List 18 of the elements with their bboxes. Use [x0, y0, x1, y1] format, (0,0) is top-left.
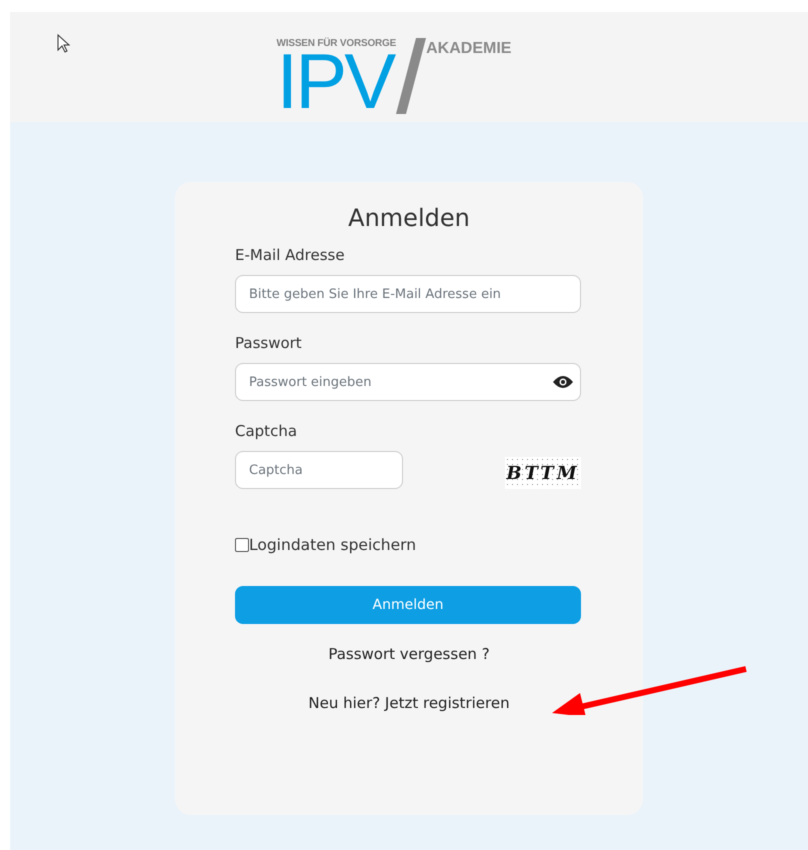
logo-tagline: WISSEN FÜR VORSORGE	[276, 38, 396, 49]
cursor-icon	[57, 34, 71, 54]
logo-suffix: AKADEMIE	[426, 40, 512, 58]
field-label: Passwort	[235, 334, 303, 352]
field-label: Captcha	[235, 422, 298, 440]
register-link[interactable]: Neu hier? Jetzt registrieren	[308, 694, 510, 712]
password-field[interactable]: Passwort eingeben	[235, 363, 581, 401]
slash-icon	[396, 38, 426, 114]
captcha-image: BTTM	[505, 457, 581, 489]
email-field[interactable]: Bitte geben Sie Ihre E-Mail Adresse ein	[235, 275, 581, 313]
captcha-field[interactable]: Captcha	[235, 451, 403, 489]
logo-brand: IPV	[276, 49, 394, 115]
forgot-password-link[interactable]: Passwort vergessen ?	[328, 645, 490, 663]
checkbox-label: Logindaten speichern	[249, 536, 416, 554]
checkbox[interactable]	[235, 538, 249, 552]
form-title: Anmelden	[347, 204, 471, 232]
field-label: E-Mail Adresse	[235, 246, 346, 264]
eye-icon[interactable]	[553, 375, 573, 389]
